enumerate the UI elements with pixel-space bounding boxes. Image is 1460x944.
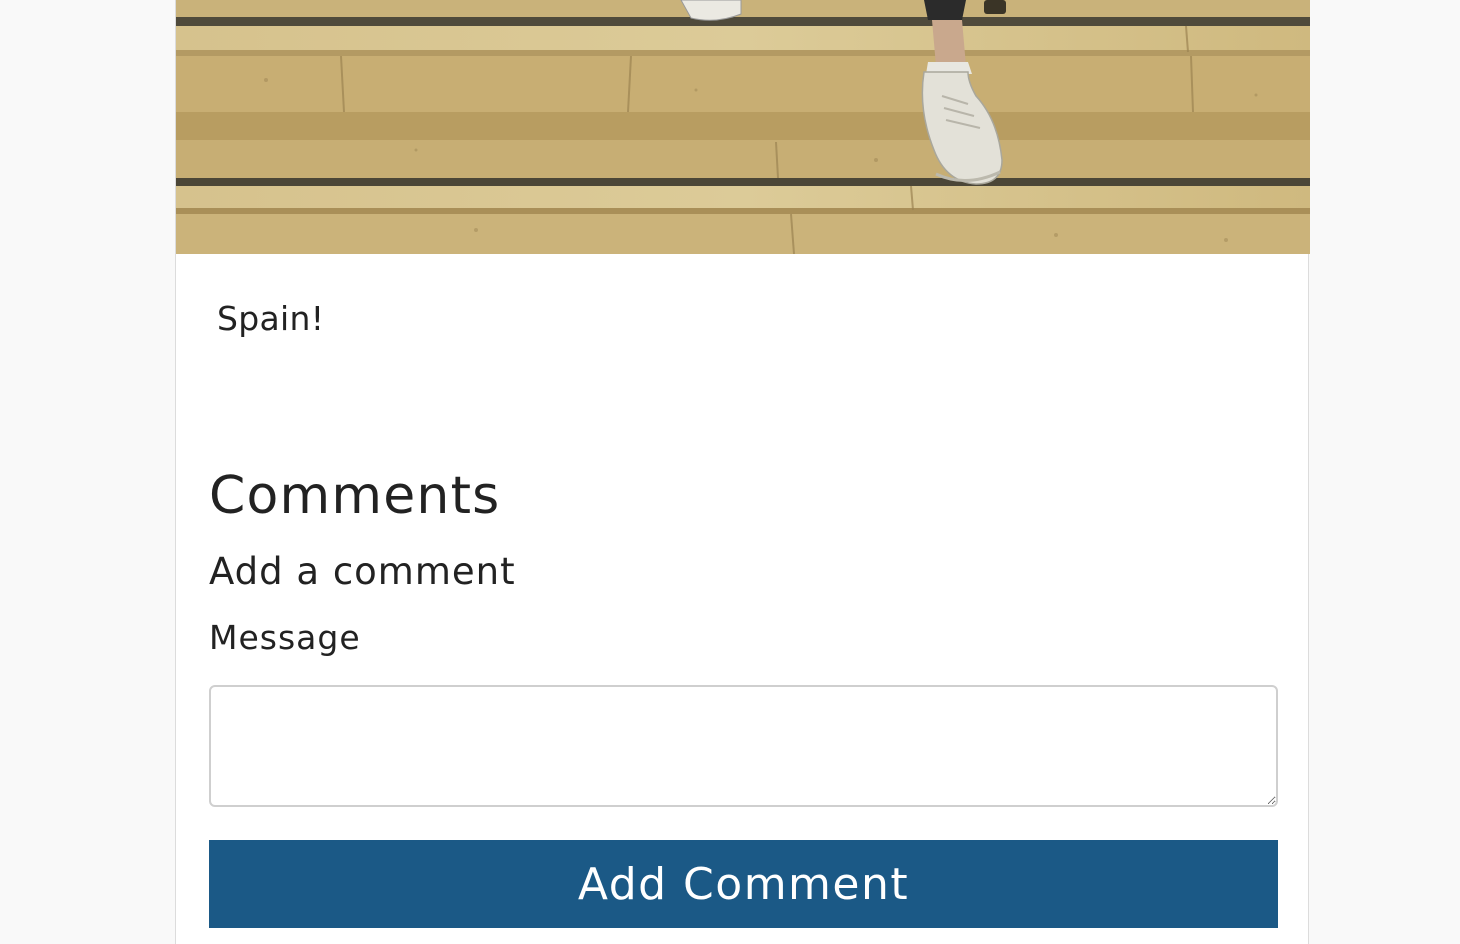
page: Spain! Comments Add a comment Message Ad… (0, 0, 1460, 944)
message-label: Message (209, 618, 361, 657)
post-image (176, 0, 1310, 254)
message-textarea[interactable] (209, 685, 1278, 807)
comments-heading: Comments (209, 466, 501, 526)
post-caption: Spain! (217, 299, 325, 338)
add-comment-button[interactable]: Add Comment (209, 840, 1278, 928)
add-comment-heading: Add a comment (209, 550, 516, 593)
post-card: Spain! Comments Add a comment Message Ad… (175, 0, 1310, 944)
